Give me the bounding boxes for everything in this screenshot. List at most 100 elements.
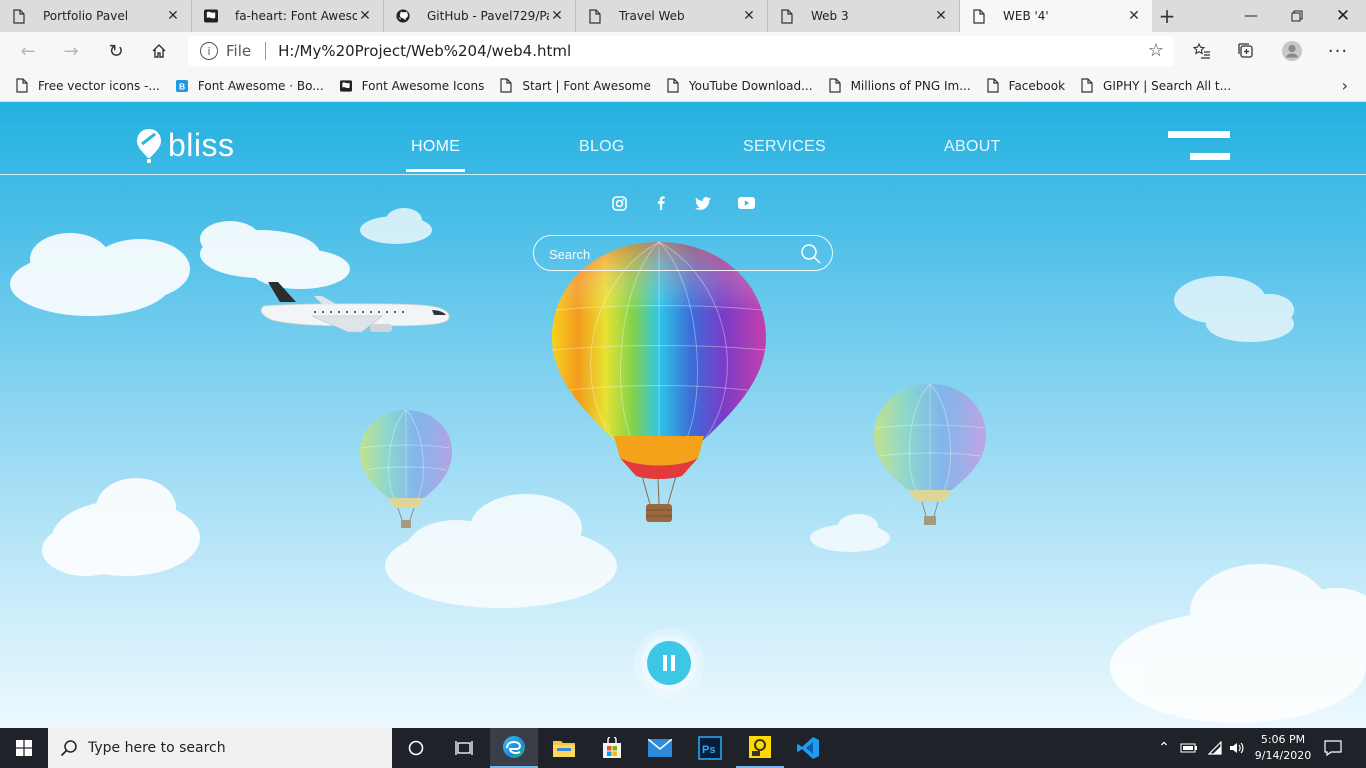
tab-title: WEB '4'	[1003, 9, 1049, 23]
youtube-icon[interactable]	[737, 194, 755, 212]
clock-date: 9/14/2020	[1254, 749, 1312, 762]
sticky-app-icon[interactable]	[736, 728, 784, 768]
refresh-button[interactable]: ↻	[101, 37, 131, 65]
favorite-label: Font Awesome · Bo...	[197, 78, 324, 93]
vscode-icon[interactable]	[784, 728, 832, 768]
site-navbar: bliss HOME BLOG SERVICES ABOUT	[0, 102, 1366, 175]
pause-button[interactable]	[634, 628, 704, 698]
page-icon	[987, 78, 999, 93]
font-awesome-flag-icon	[339, 78, 352, 93]
edge-browser-icon[interactable]	[490, 728, 538, 768]
close-icon[interactable]: ✕	[549, 8, 565, 24]
chevron-right-icon[interactable]: ›	[1342, 76, 1348, 95]
url-text[interactable]: H:/My%20Project/Web%204/web4.html	[278, 42, 571, 60]
page-icon	[780, 8, 794, 24]
tab-github[interactable]: GitHub - Pavel729/Pave ✕	[384, 0, 576, 32]
clock-time: 5:06 PM	[1260, 733, 1306, 746]
microsoft-store-icon[interactable]	[588, 728, 636, 768]
taskbar-clock[interactable]: 5:06 PM 9/14/2020	[1248, 732, 1318, 764]
cloud-image	[1110, 564, 1366, 723]
favorite-label: Start | Font Awesome	[522, 78, 651, 93]
hot-air-balloon-image	[360, 409, 452, 528]
home-button[interactable]	[144, 37, 174, 65]
favorites-bar: Free vector icons -... B Font Awesome · B…	[0, 70, 1366, 102]
tab-title: Web 3	[811, 9, 849, 23]
scheme-label: File	[226, 42, 252, 60]
nav-services[interactable]: SERVICES	[743, 138, 826, 156]
mail-icon[interactable]	[636, 728, 684, 768]
site-logo[interactable]: bliss	[136, 127, 235, 164]
nav-blog[interactable]: BLOG	[579, 138, 625, 156]
github-icon	[396, 8, 410, 24]
taskbar-search[interactable]: Type here to search	[48, 728, 392, 768]
info-icon[interactable]: i	[200, 42, 218, 60]
collections-icon[interactable]	[1232, 38, 1260, 64]
tab-portfolio-pavel[interactable]: Portfolio Pavel ✕	[0, 0, 192, 32]
task-view-icon[interactable]	[440, 728, 488, 768]
twitter-icon[interactable]	[694, 194, 712, 212]
favorite-item[interactable]: Start | Font Awesome	[500, 78, 651, 93]
volume-icon[interactable]	[1226, 728, 1248, 768]
cloud-image	[1174, 276, 1294, 342]
favorite-item[interactable]: Facebook	[987, 78, 1065, 93]
photoshop-icon[interactable]: Ps	[686, 728, 734, 768]
page-icon	[588, 8, 602, 24]
svg-text:B: B	[179, 81, 185, 91]
chevron-up-icon[interactable]: ⌃	[1154, 728, 1174, 768]
airplane-image	[260, 282, 450, 333]
favorite-item[interactable]: YouTube Download...	[667, 78, 813, 93]
windows-taskbar: Type here to search Ps ⌃ 5:06 PM 9/14/20…	[0, 728, 1366, 768]
search-box	[533, 235, 833, 271]
battery-icon[interactable]	[1178, 728, 1200, 768]
minimize-button[interactable]: —	[1228, 0, 1274, 32]
favorite-star-icon[interactable]: ☆	[1148, 40, 1164, 61]
back-button[interactable]: ←	[13, 37, 43, 65]
wifi-icon[interactable]	[1204, 728, 1226, 768]
search-input[interactable]	[549, 243, 789, 265]
close-icon[interactable]: ✕	[741, 8, 757, 24]
page-icon	[500, 78, 512, 93]
tab-fa-heart[interactable]: fa-heart: Font Awesome ✕	[192, 0, 384, 32]
close-icon[interactable]: ✕	[165, 8, 181, 24]
favorite-item[interactable]: Millions of PNG Im...	[828, 78, 971, 93]
favorite-item[interactable]: Free vector icons -...	[16, 78, 160, 93]
notifications-icon[interactable]	[1318, 728, 1348, 768]
page-icon	[972, 8, 986, 24]
favorites-list-icon[interactable]	[1188, 38, 1216, 64]
favorite-item[interactable]: B Font Awesome · Bo...	[175, 78, 324, 93]
browser-toolbar: ← → ↻ i File H:/My%20Project/Web%204/web…	[0, 32, 1366, 70]
restore-button[interactable]	[1274, 0, 1320, 32]
tab-title: Travel Web	[619, 9, 685, 23]
cortana-icon[interactable]	[392, 728, 440, 768]
close-window-button[interactable]: ✕	[1320, 0, 1366, 32]
font-awesome-flag-icon	[204, 8, 218, 24]
more-menu-icon[interactable]: ···	[1324, 38, 1352, 64]
instagram-icon[interactable]	[610, 194, 628, 212]
page-viewport: bliss HOME BLOG SERVICES ABOUT	[0, 102, 1366, 728]
new-tab-button[interactable]: +	[1152, 0, 1182, 32]
favorite-item[interactable]: Font Awesome Icons	[339, 78, 484, 93]
divider	[265, 42, 267, 60]
favorite-label: Facebook	[1008, 78, 1066, 93]
search-icon[interactable]	[800, 243, 822, 265]
search-icon	[60, 740, 77, 757]
profile-avatar-icon[interactable]	[1278, 38, 1306, 64]
forward-button[interactable]: →	[56, 37, 86, 65]
nav-home[interactable]: HOME	[405, 138, 466, 172]
tab-web-3[interactable]: Web 3 ✕	[768, 0, 960, 32]
tab-web-4[interactable]: WEB '4' ✕	[960, 0, 1152, 32]
facebook-icon[interactable]	[652, 194, 670, 212]
address-bar[interactable]: i File H:/My%20Project/Web%204/web4.html…	[188, 36, 1174, 66]
pause-icon	[647, 641, 691, 685]
favorite-item[interactable]: GIPHY | Search All t...	[1081, 78, 1231, 93]
tab-title: fa-heart: Font Awesome	[235, 9, 357, 23]
file-explorer-icon[interactable]	[540, 728, 588, 768]
hamburger-menu-icon[interactable]	[1168, 131, 1230, 161]
page-icon	[16, 78, 28, 93]
windows-start-icon[interactable]	[0, 728, 48, 768]
close-icon[interactable]: ✕	[357, 8, 373, 24]
close-icon[interactable]: ✕	[933, 8, 949, 24]
tab-travel-web[interactable]: Travel Web ✕	[576, 0, 768, 32]
close-icon[interactable]: ✕	[1126, 8, 1142, 24]
nav-about[interactable]: ABOUT	[944, 138, 1001, 156]
